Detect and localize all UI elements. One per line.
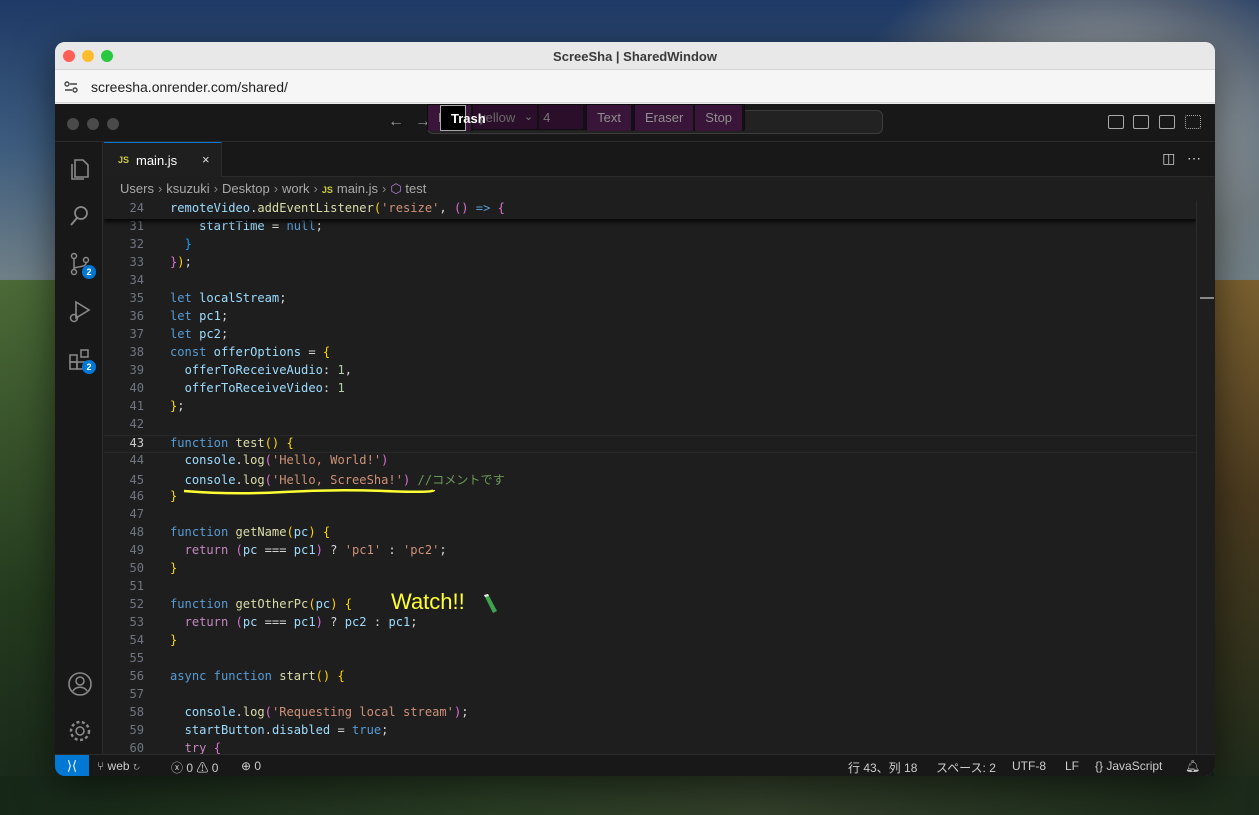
breadcrumb: Users › ksuzuki › Desktop › work › JS main.js › ⬡ t… bbox=[120, 181, 427, 196]
split-editor-icon[interactable]: ◫ bbox=[1162, 150, 1175, 166]
status-bar: ⟩⟨ ⑂ web ↻ ⓧ 0 ⚠ 0 ⊕ 0 行 43、列 18 スペース: 2… bbox=[55, 754, 1215, 776]
vscode-close-dot[interactable] bbox=[67, 118, 79, 130]
back-arrow-icon[interactable]: ← bbox=[388, 113, 404, 131]
explorer-icon[interactable] bbox=[67, 156, 93, 182]
encoding[interactable]: UTF-8 bbox=[1012, 759, 1046, 773]
stop-button[interactable]: Stop bbox=[695, 105, 745, 131]
breadcrumb-item[interactable]: main.js bbox=[337, 181, 378, 196]
address-bar[interactable]: screesha.onrender.com/shared/ bbox=[55, 70, 1215, 103]
warning-icon: ⚠ bbox=[193, 761, 212, 775]
end-of-line[interactable]: LF bbox=[1065, 759, 1079, 773]
sync-icon: ↻ bbox=[129, 759, 141, 773]
customize-layout-icon[interactable] bbox=[1185, 115, 1201, 129]
scrollbar-thumb[interactable] bbox=[1200, 297, 1214, 299]
run-debug-icon[interactable] bbox=[67, 298, 93, 324]
symbol-method-icon: ⬡ bbox=[390, 181, 406, 196]
more-actions-icon[interactable]: ⋯ bbox=[1187, 150, 1201, 166]
annotation-text: Watch!! bbox=[391, 589, 465, 614]
browser-titlebar: ScreeSha | SharedWindow bbox=[55, 42, 1215, 70]
close-tab-icon[interactable]: × bbox=[202, 152, 210, 167]
account-icon[interactable] bbox=[67, 671, 93, 697]
cursor-position[interactable]: 行 43、列 18 bbox=[848, 759, 917, 776]
notifications-bell-icon[interactable]: 🔔︎ bbox=[1185, 759, 1200, 773]
editor-scrollbar[interactable] bbox=[1196, 201, 1215, 756]
window-title: ScreeSha | SharedWindow bbox=[553, 49, 717, 64]
indentation[interactable]: スペース: 2 bbox=[936, 759, 996, 776]
background-hill-right bbox=[1214, 280, 1259, 815]
error-icon: ⓧ bbox=[171, 761, 187, 775]
scm-badge: 2 bbox=[82, 265, 96, 279]
drawing-toolbar: Pen yellow⌄ 4 Text 22 Eraser Stop Trash bbox=[427, 104, 746, 131]
extensions-badge: 2 bbox=[82, 360, 96, 374]
branch-indicator[interactable]: ⑂ web ↻ bbox=[97, 759, 140, 773]
breadcrumb-item[interactable]: ksuzuki bbox=[166, 181, 209, 196]
editor-tab-bar: JS main.js × ◫ ⋯ bbox=[104, 142, 1215, 177]
code-editor[interactable]: 24 remoteVideo.addEventListener('resize',… bbox=[104, 201, 1196, 756]
source-control-icon[interactable]: 2 bbox=[67, 251, 96, 279]
language-mode[interactable]: {} JavaScript bbox=[1095, 759, 1162, 773]
breadcrumb-item[interactable]: Users bbox=[120, 181, 154, 196]
breadcrumb-item[interactable]: work bbox=[282, 181, 309, 196]
site-settings-icon[interactable] bbox=[63, 79, 79, 95]
activity-bar: 2 2 bbox=[55, 142, 103, 756]
broadcast-icon: ⊕ bbox=[241, 759, 255, 773]
breadcrumb-item[interactable]: Desktop bbox=[222, 181, 270, 196]
vscode-zoom-dot[interactable] bbox=[107, 118, 119, 130]
gear-icon[interactable] bbox=[67, 718, 93, 744]
remote-indicator-icon[interactable]: ⟩⟨ bbox=[55, 755, 89, 776]
browser-window: ScreeSha | SharedWindow screesha.onrende… bbox=[55, 42, 1215, 776]
chevron-down-icon: ⌄ bbox=[523, 111, 534, 123]
breadcrumb-item[interactable]: test bbox=[405, 181, 426, 196]
pen-size-input[interactable]: 4 bbox=[539, 105, 586, 129]
braces-icon: {} bbox=[1095, 759, 1107, 773]
ports-indicator[interactable]: ⊕ 0 bbox=[241, 759, 261, 773]
search-icon[interactable] bbox=[67, 203, 93, 229]
background-forest bbox=[0, 776, 1259, 815]
editor-actions: ◫ ⋯ bbox=[1162, 150, 1201, 167]
pen-drawing bbox=[183, 488, 436, 495]
javascript-file-icon: JS bbox=[118, 155, 130, 165]
toggle-panel-icon[interactable] bbox=[1133, 115, 1149, 129]
branch-icon: ⑂ bbox=[97, 759, 108, 773]
problems-indicator[interactable]: ⓧ 0 ⚠ 0 bbox=[171, 759, 218, 776]
toggle-sidebar-icon[interactable] bbox=[1108, 115, 1124, 129]
text-button[interactable]: Text bbox=[587, 105, 633, 131]
toggle-secondary-sidebar-icon[interactable] bbox=[1159, 115, 1175, 129]
javascript-file-icon: JS bbox=[321, 185, 333, 195]
vscode-minimize-dot[interactable] bbox=[87, 118, 99, 130]
url-text[interactable]: screesha.onrender.com/shared/ bbox=[91, 79, 288, 95]
tab-label: main.js bbox=[136, 153, 178, 168]
sticky-scroll-line[interactable]: 24 remoteVideo.addEventListener('resize',… bbox=[104, 201, 1196, 219]
pen-cursor-icon bbox=[484, 594, 497, 613]
tab-main-js[interactable]: JS main.js × bbox=[104, 142, 222, 177]
eraser-button[interactable]: Eraser bbox=[634, 105, 696, 131]
trash-button[interactable]: Trash bbox=[440, 105, 486, 131]
extensions-icon[interactable]: 2 bbox=[67, 346, 96, 374]
shared-vscode-window: ← → Pen yellow⌄ 4 Text 22 Eraser Stop Tr… bbox=[55, 104, 1215, 776]
